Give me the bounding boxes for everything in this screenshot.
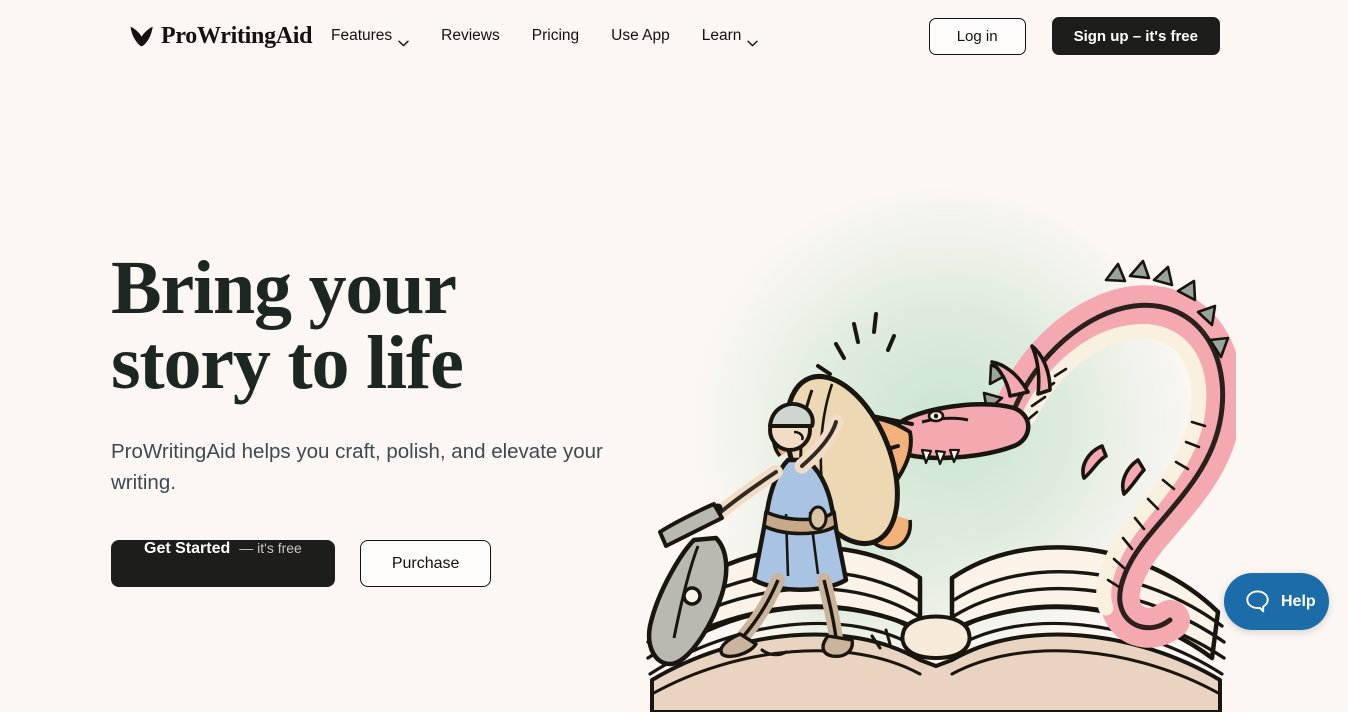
site-header: ProWritingAid Features Reviews Pricing U… [0, 0, 1348, 72]
help-widget-button[interactable]: Help [1224, 573, 1329, 630]
purchase-button[interactable]: Purchase [359, 540, 492, 588]
get-started-label: Get Started [144, 540, 231, 558]
nav-item-use-app[interactable]: Use App [595, 21, 686, 51]
get-started-button[interactable]: Get Started — it's free [111, 540, 335, 588]
nav-label: Features [331, 27, 393, 44]
log-in-button[interactable]: Log in [928, 17, 1026, 55]
sign-up-button[interactable]: Sign up – it's free [1051, 17, 1220, 55]
open-book [646, 545, 1226, 712]
brand-logo[interactable]: ProWritingAid [130, 23, 313, 49]
dragon [887, 259, 1236, 648]
hero-subtitle: ProWritingAid helps you craft, polish, a… [111, 440, 603, 494]
fire-breath [772, 312, 914, 550]
hero-copy: Bring your story to life ProWritingAid h… [111, 246, 671, 588]
nav-item-features[interactable]: Features [315, 21, 425, 51]
hero-cta-row: Get Started — it's free Purchase [111, 540, 671, 588]
nav-item-learn[interactable]: Learn [686, 21, 775, 51]
chat-bubble-icon [1245, 589, 1270, 614]
watercolor-wash-backdrop [681, 190, 1191, 680]
page-title: Bring your story to life [111, 246, 464, 406]
knight [709, 402, 854, 659]
page-scuffs [760, 628, 892, 657]
chevron-down-icon [398, 34, 409, 46]
dragon-head [887, 344, 1052, 466]
chevron-down-icon [747, 34, 759, 46]
nav-label: Reviews [441, 27, 500, 44]
hero-illustration [636, 160, 1236, 712]
book-mark-icon [130, 26, 154, 47]
brand-name: ProWritingAid [161, 23, 313, 49]
nav-item-pricing[interactable]: Pricing [516, 21, 595, 51]
main-navigation: Features Reviews Pricing Use App Learn [315, 21, 774, 51]
get-started-sublabel: — it's free [239, 540, 302, 557]
header-actions: Log in Sign up – it's free [928, 17, 1220, 55]
nav-item-reviews[interactable]: Reviews [425, 21, 516, 51]
hero-section: Bring your story to life ProWritingAid h… [0, 72, 1348, 712]
nav-label: Learn [701, 27, 742, 44]
help-label: Help [1281, 592, 1316, 610]
shield [784, 373, 900, 547]
nav-label: Pricing [531, 27, 580, 44]
nav-label: Use App [611, 27, 670, 44]
